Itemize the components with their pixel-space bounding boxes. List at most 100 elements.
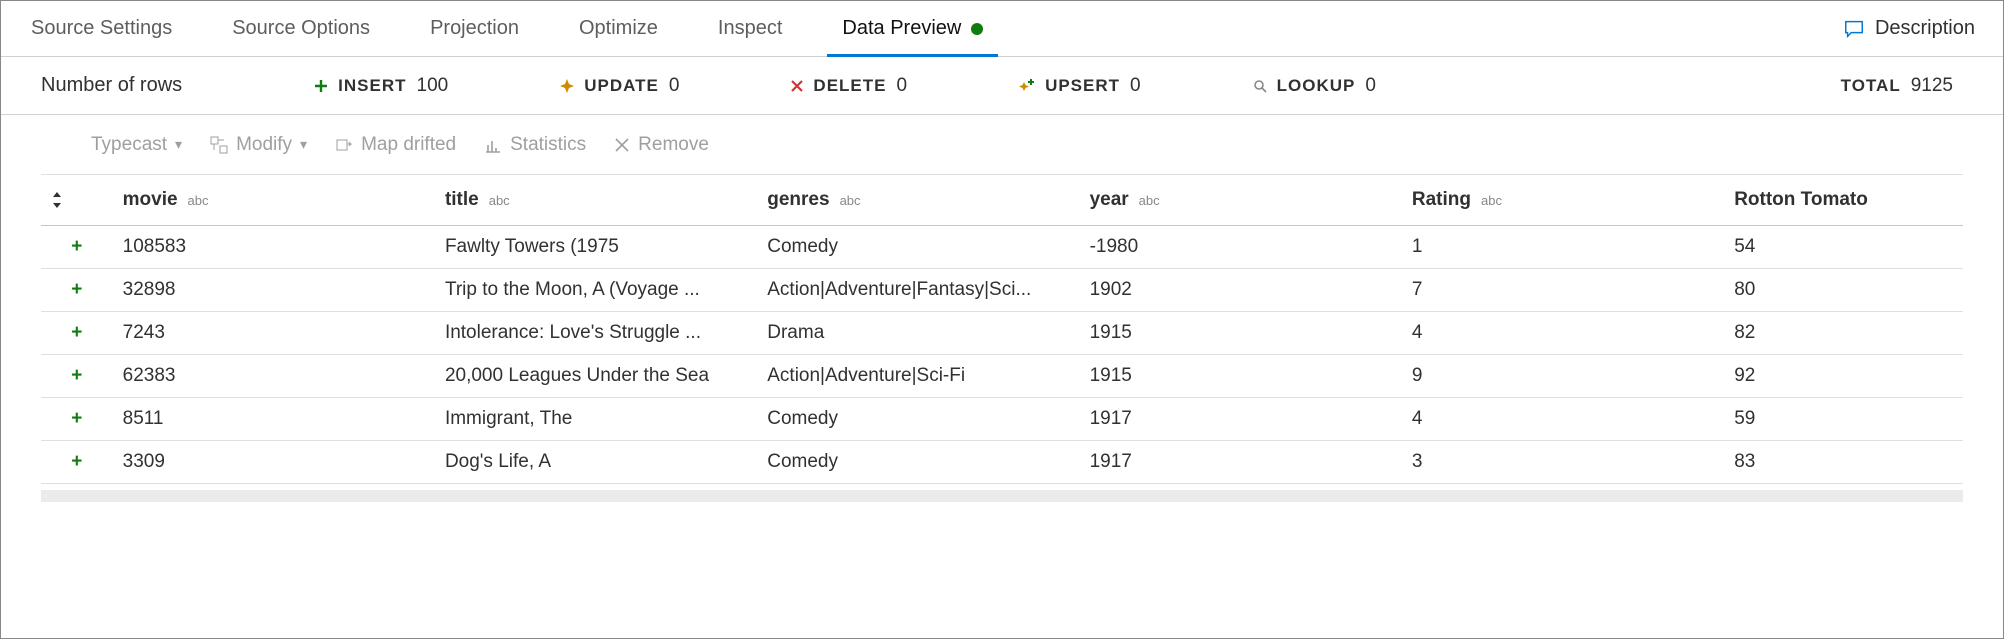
insert-marker-icon: +	[41, 226, 113, 269]
remove-button[interactable]: Remove	[614, 134, 709, 156]
col-title[interactable]: title abc	[435, 175, 757, 226]
modify-button[interactable]: Modify ▾	[210, 134, 307, 156]
tab-source-options[interactable]: Source Options	[202, 1, 400, 56]
cell-genres: Action|Adventure|Fantasy|Sci...	[757, 269, 1079, 312]
map-drifted-button[interactable]: Map drifted	[335, 134, 456, 156]
stat-label: UPDATE	[584, 76, 659, 96]
tab-inspect[interactable]: Inspect	[688, 1, 812, 56]
insert-marker-icon: +	[41, 355, 113, 398]
cell-rating: 7	[1402, 269, 1724, 312]
map-icon	[335, 136, 353, 154]
cell-title: Trip to the Moon, A (Voyage ...	[435, 269, 757, 312]
table-toolbar: Typecast ▾ Modify ▾ Map drifted Statisti…	[41, 115, 1963, 175]
row-stats-bar: Number of rows INSERT 100 UPDATE 0 DELET…	[1, 57, 2003, 115]
tab-label: Inspect	[718, 17, 782, 40]
sparkle-plus-icon	[1019, 78, 1035, 94]
tab-projection[interactable]: Projection	[400, 1, 549, 56]
cell-rt: 54	[1724, 226, 1963, 269]
insert-marker-icon: +	[41, 398, 113, 441]
col-label: genres	[767, 189, 829, 210]
modify-icon	[210, 136, 228, 154]
description-label: Description	[1875, 17, 1975, 40]
col-genres[interactable]: genresabc	[757, 175, 1079, 226]
type-badge: abc	[1481, 193, 1502, 208]
cell-movie: 7243	[113, 312, 435, 355]
sort-column[interactable]	[41, 175, 113, 226]
table-row[interactable]: +32898Trip to the Moon, A (Voyage ...Act…	[41, 269, 1963, 312]
cell-rating: 3	[1402, 441, 1724, 484]
cell-rating: 4	[1402, 312, 1724, 355]
cell-rt: 80	[1724, 269, 1963, 312]
tab-label: Data Preview	[842, 17, 961, 40]
cell-year: 1915	[1080, 355, 1402, 398]
stat-value: 0	[669, 75, 680, 97]
cell-movie: 108583	[113, 226, 435, 269]
cell-genres: Comedy	[757, 226, 1079, 269]
chevron-down-icon: ▾	[300, 136, 307, 153]
stat-upsert: UPSERT 0	[1019, 75, 1141, 97]
stat-label: LOOKUP	[1277, 76, 1356, 96]
stat-value: 0	[1365, 75, 1376, 97]
stat-delete: DELETE 0	[791, 75, 907, 97]
cell-year: 1917	[1080, 441, 1402, 484]
stat-value: 0	[1130, 75, 1141, 97]
table-row[interactable]: +7243Intolerance: Love's Struggle ...Dra…	[41, 312, 1963, 355]
stat-value: 9125	[1911, 75, 1953, 97]
comment-icon	[1843, 18, 1865, 40]
cell-rating: 1	[1402, 226, 1724, 269]
horizontal-scrollbar[interactable]	[41, 490, 1963, 502]
table-row[interactable]: +3309Dog's Life, AComedy1917383	[41, 441, 1963, 484]
col-rt[interactable]: Rotton Tomato	[1724, 175, 1963, 226]
button-label: Remove	[638, 134, 709, 156]
chevron-down-icon: ▾	[175, 136, 182, 153]
cell-rt: 82	[1724, 312, 1963, 355]
tab-label: Source Options	[232, 17, 370, 40]
stat-label: INSERT	[338, 76, 406, 96]
tab-data-preview[interactable]: Data Preview	[812, 1, 1013, 56]
table-row[interactable]: +6238320,000 Leagues Under the SeaAction…	[41, 355, 1963, 398]
cell-year: 1902	[1080, 269, 1402, 312]
stat-label: UPSERT	[1045, 76, 1120, 96]
tab-label: Projection	[430, 17, 519, 40]
stat-insert: INSERT 100	[314, 75, 448, 97]
cell-movie: 62383	[113, 355, 435, 398]
stat-value: 0	[896, 75, 907, 97]
table-row[interactable]: +108583Fawlty Towers (1975Comedy-1980154	[41, 226, 1963, 269]
cell-title: Dog's Life, A	[435, 441, 757, 484]
header-row: movieabc titleabc genresabc yearabc Rati…	[41, 175, 1963, 226]
x-icon	[614, 137, 630, 153]
col-label: movie	[123, 189, 178, 210]
cell-rt: 92	[1724, 355, 1963, 398]
type-badge: abc	[489, 193, 510, 208]
cell-rating: 4	[1402, 398, 1724, 441]
cell-movie: 32898	[113, 269, 435, 312]
stat-update: UPDATE 0	[560, 75, 679, 97]
cell-genres: Comedy	[757, 398, 1079, 441]
status-ok-icon	[971, 23, 983, 35]
col-year[interactable]: yearabc	[1080, 175, 1402, 226]
plus-icon	[314, 79, 328, 93]
insert-marker-icon: +	[41, 312, 113, 355]
cell-genres: Drama	[757, 312, 1079, 355]
col-label: year	[1090, 189, 1129, 210]
insert-marker-icon: +	[41, 269, 113, 312]
stat-total: TOTAL 9125	[1841, 75, 1953, 97]
cell-rt: 59	[1724, 398, 1963, 441]
tab-source-settings[interactable]: Source Settings	[1, 1, 202, 56]
col-label: title	[445, 189, 479, 210]
table-row[interactable]: +8511Immigrant, TheComedy1917459	[41, 398, 1963, 441]
cell-rt: 83	[1724, 441, 1963, 484]
typecast-button[interactable]: Typecast ▾	[91, 134, 182, 156]
button-label: Statistics	[510, 134, 586, 156]
cell-movie: 8511	[113, 398, 435, 441]
col-rating[interactable]: Ratingabc	[1402, 175, 1724, 226]
button-label: Typecast	[91, 134, 167, 156]
col-label: Rotton Tomato	[1734, 189, 1868, 210]
statistics-button[interactable]: Statistics	[484, 134, 586, 156]
sparkle-icon	[560, 79, 574, 93]
tab-optimize[interactable]: Optimize	[549, 1, 688, 56]
stat-lookup: LOOKUP 0	[1253, 75, 1376, 97]
col-movie[interactable]: movieabc	[113, 175, 435, 226]
insert-marker-icon: +	[41, 441, 113, 484]
description-button[interactable]: Description	[1843, 17, 1993, 40]
